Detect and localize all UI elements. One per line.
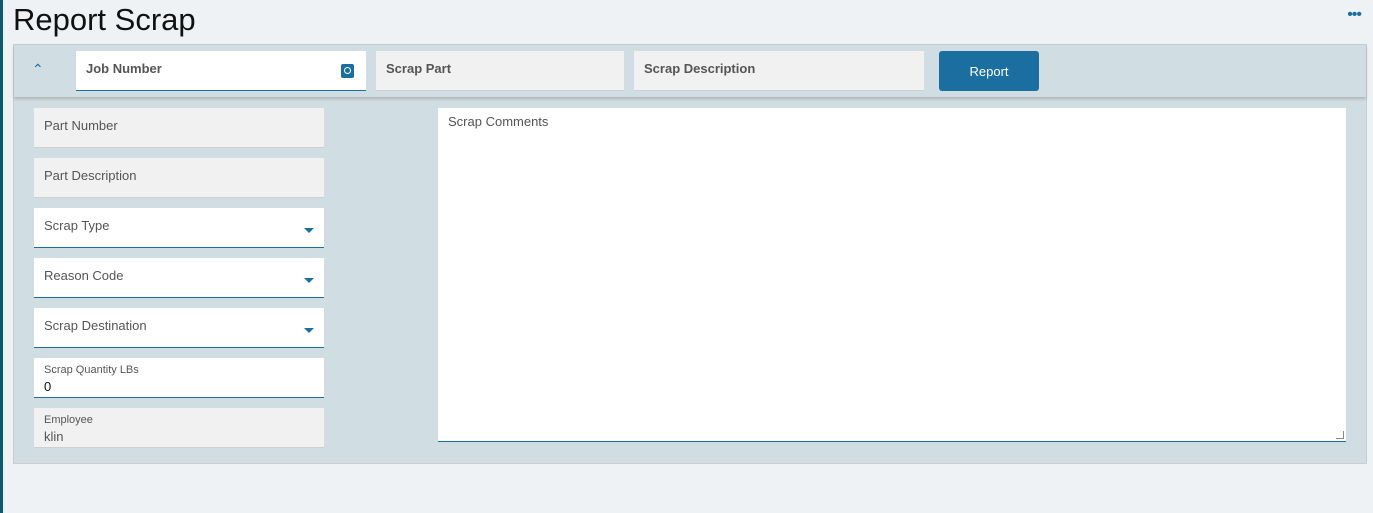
- scrap-comments-textarea[interactable]: Scrap Comments: [438, 108, 1346, 442]
- scrap-description-label: Scrap Description: [644, 61, 756, 76]
- scrap-panel: ⌃ Job Number Scrap Part Scrap Descriptio…: [13, 44, 1367, 464]
- scrap-part-field: Scrap Part: [376, 51, 624, 91]
- part-number-field: Part Number: [34, 108, 324, 148]
- reason-code-label: Reason Code: [44, 268, 124, 283]
- scrap-destination-label: Scrap Destination: [44, 318, 147, 333]
- report-button[interactable]: Report: [939, 51, 1039, 91]
- scrap-part-label: Scrap Part: [386, 61, 452, 76]
- scrap-type-select[interactable]: Scrap Type: [34, 208, 324, 248]
- reason-code-select[interactable]: Reason Code: [34, 258, 324, 298]
- employee-field: Employee klin: [34, 408, 324, 448]
- part-description-field: Part Description: [34, 158, 324, 198]
- chevron-down-icon: [304, 228, 314, 233]
- collapse-chevron-icon[interactable]: ⌃: [32, 61, 44, 78]
- resize-handle-icon[interactable]: [1336, 431, 1344, 439]
- employee-label: Employee: [44, 414, 93, 426]
- divider: [13, 463, 1367, 464]
- scrap-quantity-value: 0: [44, 379, 52, 394]
- scrap-comments-label: Scrap Comments: [448, 114, 549, 129]
- chevron-down-icon: [304, 328, 314, 333]
- panel-header: ⌃ Job Number Scrap Part Scrap Descriptio…: [14, 45, 1366, 97]
- job-number-field[interactable]: Job Number: [76, 51, 366, 91]
- search-icon[interactable]: [341, 64, 354, 78]
- scrap-description-field: Scrap Description: [634, 51, 924, 91]
- scrap-quantity-label: Scrap Quantity LBs: [44, 364, 139, 376]
- scrap-type-label: Scrap Type: [44, 218, 110, 233]
- scrap-quantity-input[interactable]: Scrap Quantity LBs 0: [34, 358, 324, 398]
- part-number-label: Part Number: [44, 118, 118, 133]
- more-options-icon[interactable]: •••: [1347, 6, 1362, 24]
- employee-value: klin: [44, 429, 64, 444]
- left-accent-bar: [0, 0, 3, 513]
- part-description-label: Part Description: [44, 168, 137, 183]
- scrap-destination-select[interactable]: Scrap Destination: [34, 308, 324, 348]
- chevron-down-icon: [304, 278, 314, 283]
- job-number-label: Job Number: [86, 61, 162, 76]
- page-title: Report Scrap: [13, 2, 196, 37]
